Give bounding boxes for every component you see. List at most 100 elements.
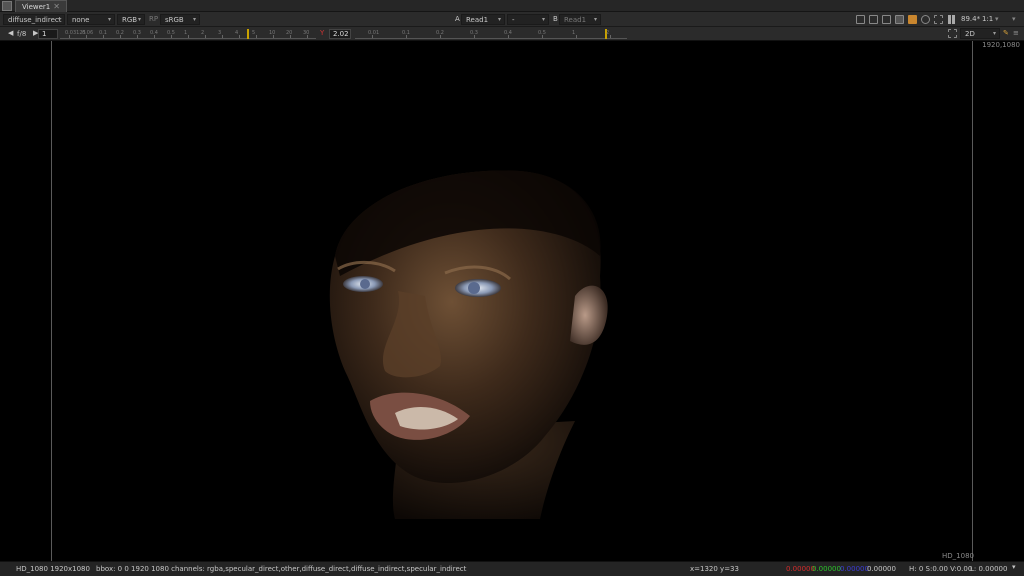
- input-b-value: Read1: [564, 16, 587, 24]
- ruler-tick: [205, 35, 206, 38]
- alpha-dropdown[interactable]: none ▾: [67, 14, 115, 25]
- rendered-head-image: [329, 170, 608, 519]
- chevron-down-icon: ▾: [107, 16, 111, 23]
- ruler-tick-label: 10: [269, 30, 276, 36]
- fstop-label: f/8: [17, 30, 27, 38]
- fstop-decrease-icon[interactable]: ◀: [8, 29, 13, 37]
- frame-field[interactable]: 1: [38, 29, 58, 39]
- ruler-tick-label: 1: [572, 30, 576, 36]
- menu-icon[interactable]: ≡: [1013, 29, 1019, 37]
- layer-value: diffuse_indirect: [8, 16, 62, 24]
- proxy-button[interactable]: RP: [149, 15, 158, 23]
- gain-slider-handle[interactable]: [247, 29, 249, 39]
- ruler-tick-label: 2: [201, 30, 205, 36]
- wipe-operation-value: -: [512, 16, 515, 24]
- ruler-tick-label: 4: [235, 30, 239, 36]
- gamma-slider[interactable]: 0.01 0.1 0.2 0.3 0.4 0.5 1 2: [355, 29, 627, 39]
- status-luminance: L: 0.00000: [970, 565, 1008, 573]
- status-green-value: 0.00000: [812, 565, 841, 573]
- ruler-tick-label: 0.4: [504, 30, 512, 36]
- chevron-down-icon: ▾: [593, 16, 597, 23]
- pause-bar: [952, 15, 955, 24]
- view-mode-dropdown[interactable]: 2D ▾: [960, 28, 1000, 39]
- clip-icon[interactable]: [882, 15, 891, 24]
- gain-slider[interactable]: 0.03125 0.06 0.1 0.2 0.3 0.4 0.5 1 2 3 4 5 10 20 30: [60, 29, 316, 39]
- ruler-tick-label: 0.1: [99, 30, 107, 36]
- pause-bar: [948, 15, 951, 24]
- chevron-down-icon: ▾: [192, 16, 196, 23]
- ruler-tick-label: 1: [184, 30, 188, 36]
- ruler-tick-label: 0.2: [436, 30, 444, 36]
- status-cursor-coords: x=1320 y=33: [690, 565, 739, 573]
- left-iris: [360, 279, 370, 289]
- input-a-label: A: [455, 15, 460, 23]
- refresh-icon[interactable]: [921, 15, 930, 24]
- rect-icon[interactable]: [869, 15, 878, 24]
- chevron-down-icon[interactable]: ▾: [995, 15, 999, 23]
- ruler-tick-label: 0.06: [82, 30, 94, 36]
- chevron-down-icon[interactable]: ▾: [1012, 15, 1016, 23]
- input-a-dropdown[interactable]: Read1 ▾: [461, 14, 505, 25]
- ruler-tick: [576, 35, 577, 38]
- viewer-status-bar: HD_1080 1920x1080 bbox: 0 0 1920 1080 ch…: [0, 561, 1024, 576]
- colorspace-value: sRGB: [165, 16, 184, 24]
- ruler-tick-label: 0.3: [470, 30, 478, 36]
- colorspace-dropdown[interactable]: sRGB ▾: [160, 14, 200, 25]
- ruler-tick-label: 20: [286, 30, 293, 36]
- input-b-dropdown[interactable]: Read1 ▾: [559, 14, 601, 25]
- ruler-tick: [239, 35, 240, 38]
- chevron-down-icon: ▾: [137, 16, 141, 23]
- close-tab-icon[interactable]: ✕: [53, 2, 60, 11]
- ruler-tick-label: 0.2: [116, 30, 124, 36]
- ruler-tick-label: 0.1: [402, 30, 410, 36]
- viewer-canvas[interactable]: 1920,1080 HD_1080: [0, 41, 1024, 561]
- input-a-value: Read1: [466, 16, 489, 24]
- overlay-icon[interactable]: [895, 15, 904, 24]
- lut-icon[interactable]: [908, 15, 917, 24]
- ruler-tick-label: 0.3: [133, 30, 141, 36]
- status-blue-value: 0.00000: [840, 565, 869, 573]
- ruler-tick-label: 0.01: [368, 30, 380, 36]
- viewer-toolbar-top: diffuse_indirect ▾ none ▾ RGB ▾ RP sRGB ▾ A …: [0, 12, 1024, 27]
- tab-viewer1[interactable]: Viewer1 ✕: [15, 0, 67, 12]
- status-alpha-value: 0.00000: [867, 565, 896, 573]
- pane-menu-icon[interactable]: [2, 1, 12, 11]
- gamma-label: Y: [320, 29, 325, 37]
- ruler-tick-label: 5: [252, 30, 256, 36]
- layer-dropdown[interactable]: diffuse_indirect ▾: [3, 14, 65, 25]
- input-b-label: B: [553, 15, 558, 23]
- wipe-operation-dropdown[interactable]: - ▾: [507, 14, 549, 25]
- alpha-value: none: [72, 16, 90, 24]
- ruler-tick: [222, 35, 223, 38]
- ruler-tick-label: 2: [606, 30, 610, 36]
- paint-icon[interactable]: ✎: [1003, 29, 1009, 37]
- display-channels-dropdown[interactable]: RGB ▾: [117, 14, 145, 25]
- gamma-field[interactable]: 2.02: [329, 29, 351, 39]
- tab-title: Viewer1: [22, 3, 51, 11]
- display-channels-value: RGB: [122, 16, 138, 24]
- viewer-toolbar-bottom: ◀ f/8 ▶ 1 0.03125 0.06 0.1 0.2 0.3 0.4 0.5 1 2 3 4…: [0, 27, 1024, 41]
- ruler-tick: [188, 35, 189, 38]
- pause-icon[interactable]: [947, 15, 956, 24]
- status-hsv: H: 0 S:0.00 V:0.00: [909, 565, 973, 573]
- chevron-down-icon: ▾: [992, 30, 996, 37]
- status-bbox-channels: bbox: 0 0 1920 1080 channels: rgba,specu…: [96, 565, 467, 573]
- ruler-tick-label: 3: [218, 30, 222, 36]
- ruler-tick: [256, 35, 257, 38]
- chevron-down-icon[interactable]: ▾: [1012, 563, 1016, 571]
- view-mode-value: 2D: [965, 30, 975, 38]
- right-iris: [468, 282, 480, 294]
- pane-tab-bar: Viewer1 ✕: [0, 0, 1024, 12]
- chevron-down-icon: ▾: [57, 16, 61, 23]
- capture-icon[interactable]: [934, 15, 943, 24]
- ruler-tick-label: 0.5: [167, 30, 175, 36]
- pixel-ratio[interactable]: 1:1: [982, 15, 993, 23]
- chevron-down-icon: ▾: [541, 16, 545, 23]
- ruler-tick: [610, 35, 611, 38]
- chevron-down-icon: ▾: [497, 16, 501, 23]
- roi-icon[interactable]: [856, 15, 865, 24]
- zoom-level[interactable]: 89.4*: [961, 15, 980, 23]
- viewer-2d-icon[interactable]: [948, 29, 957, 38]
- ruler-tick-label: 30: [303, 30, 310, 36]
- ruler-tick-label: 0.5: [538, 30, 546, 36]
